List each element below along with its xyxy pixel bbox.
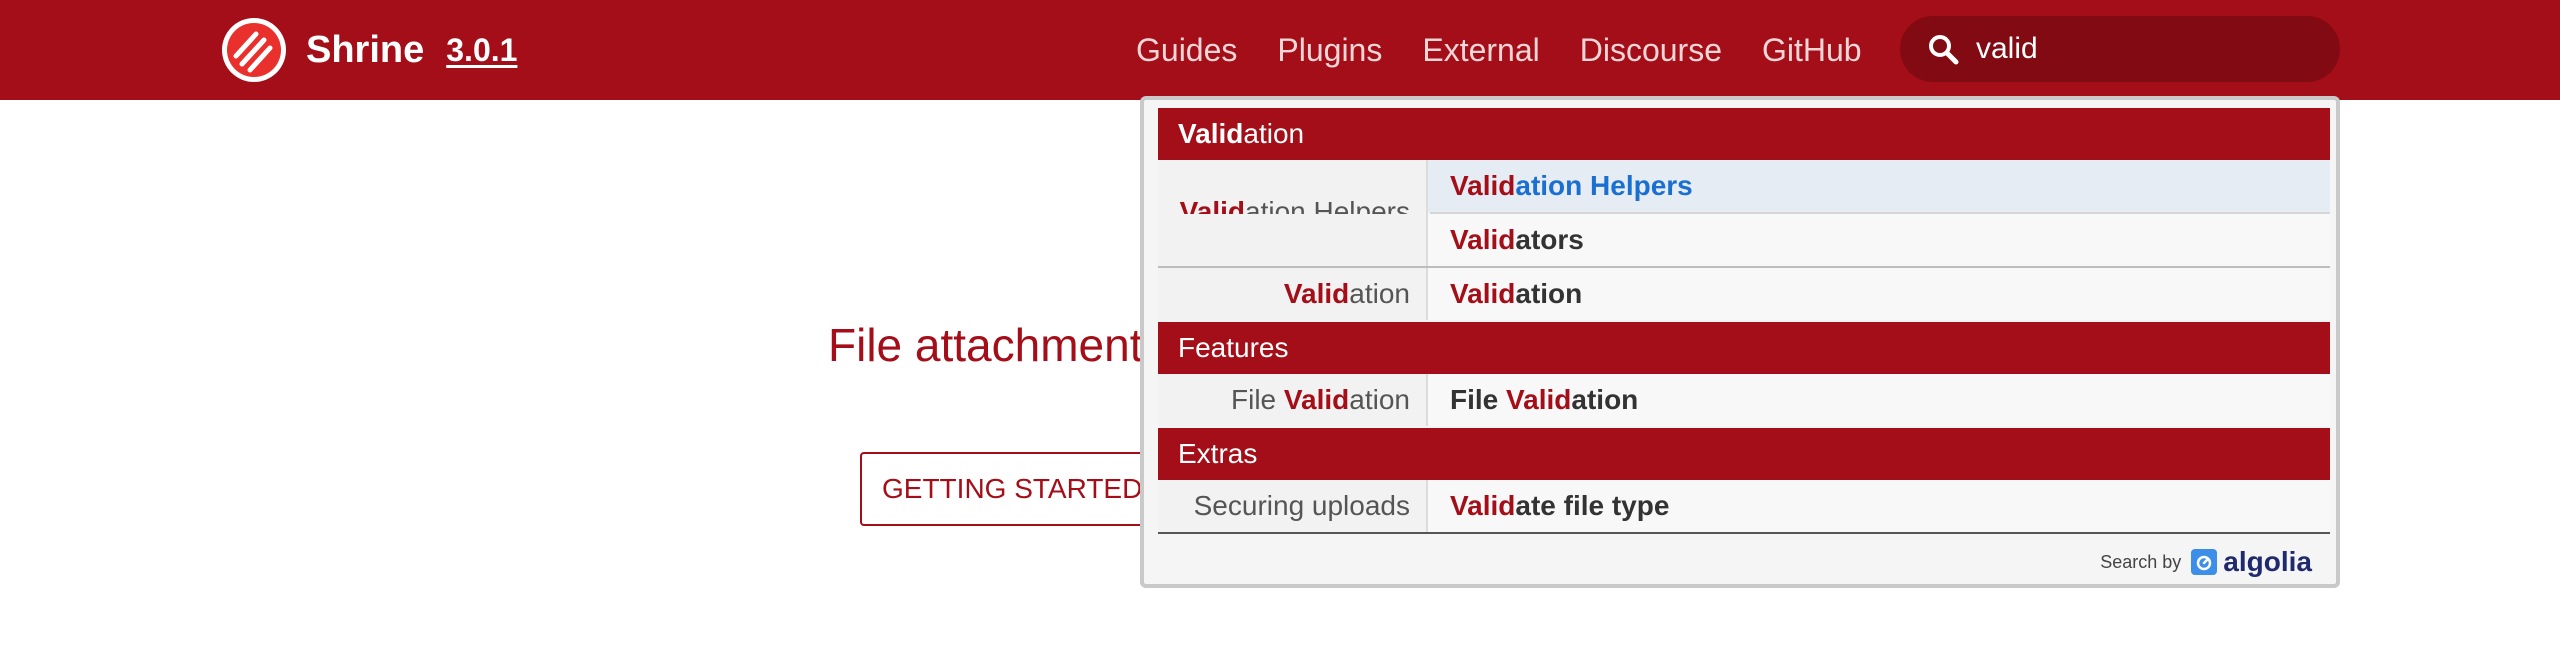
title-text: ation bbox=[1515, 278, 1583, 309]
section-header-extras: Extras bbox=[1158, 428, 2330, 480]
brand-name: Shrine bbox=[306, 28, 425, 71]
result-title[interactable]: Valid ators bbox=[1430, 214, 2330, 266]
section-title-highlight: Valid bbox=[1178, 118, 1244, 149]
result-row[interactable]: Valid ation Helpers Valid ation Helpers bbox=[1158, 160, 2330, 264]
hero-tagline: File attachment bbox=[828, 319, 1143, 371]
result-category: Securing uploads bbox=[1158, 480, 1428, 532]
title-highlight: Valid bbox=[1506, 384, 1572, 415]
result-title[interactable]: Valid ation Helpers bbox=[1430, 160, 2330, 212]
title-highlight: Valid bbox=[1450, 170, 1516, 201]
algolia-logo-icon bbox=[2191, 549, 2218, 575]
result-row[interactable]: Valid ators bbox=[1158, 214, 2330, 266]
search-icon bbox=[1929, 35, 1959, 65]
category-text: ation bbox=[1349, 384, 1410, 415]
nav-discourse[interactable]: Discourse bbox=[1580, 32, 1722, 69]
algolia-footer[interactable]: Search by algolia bbox=[2100, 546, 2312, 578]
shrine-logo-icon bbox=[222, 18, 286, 82]
top-navbar: Shrine 3.0.1 Guides Plugins External Dis… bbox=[0, 0, 2560, 100]
search-results-dropdown: Valid ation Valid ation Helpers Valid ation… bbox=[1140, 96, 2340, 588]
nav-guides[interactable]: Guides bbox=[1136, 32, 1237, 69]
result-category: File Valid ation bbox=[1158, 374, 1428, 426]
algolia-wordmark: algolia bbox=[2223, 546, 2312, 577]
search-box[interactable] bbox=[1900, 16, 2340, 82]
category-text: File bbox=[1231, 384, 1277, 415]
nav-links: Guides Plugins External Discourse GitHub bbox=[1136, 0, 1862, 100]
title-text: ators bbox=[1515, 224, 1584, 255]
category-text: Securing uploads bbox=[1193, 490, 1410, 521]
title-text: ation Helpers bbox=[1515, 170, 1693, 201]
result-title[interactable]: Valid ate file type bbox=[1430, 480, 2330, 532]
search-input[interactable] bbox=[1976, 32, 2316, 66]
title-text: ate file type bbox=[1515, 490, 1670, 521]
section-header-features: Features bbox=[1158, 322, 2330, 374]
result-title[interactable]: File Valid ation bbox=[1430, 374, 2330, 426]
nav-external[interactable]: External bbox=[1422, 32, 1539, 69]
result-row[interactable]: Securing uploads Valid ate file type bbox=[1158, 480, 2330, 532]
section-title-rest: ation bbox=[1243, 118, 1305, 149]
title-text: File bbox=[1450, 384, 1499, 415]
title-highlight: Valid bbox=[1450, 278, 1516, 309]
nav-github[interactable]: GitHub bbox=[1762, 32, 1862, 69]
search-by-label: Search by bbox=[2100, 551, 2182, 572]
category-highlight: Valid bbox=[1283, 384, 1350, 415]
category-highlight: Valid bbox=[1283, 278, 1350, 309]
nav-plugins[interactable]: Plugins bbox=[1277, 32, 1382, 69]
result-category: Valid ation bbox=[1158, 268, 1428, 320]
section-header-validation: Valid ation bbox=[1158, 108, 2330, 160]
result-row[interactable]: Valid ation Valid ation bbox=[1158, 268, 2330, 320]
getting-started-label: GETTING STARTED bbox=[882, 473, 1143, 504]
title-text: ation bbox=[1571, 384, 1639, 415]
category-text: ation bbox=[1349, 278, 1410, 309]
title-highlight: Valid bbox=[1450, 490, 1516, 521]
result-title[interactable]: Valid ation bbox=[1430, 268, 2330, 320]
results-bottom-divider bbox=[1158, 532, 2330, 534]
title-highlight: Valid bbox=[1450, 224, 1516, 255]
brand-link[interactable]: Shrine 3.0.1 bbox=[220, 16, 517, 84]
result-category bbox=[1158, 214, 1428, 266]
result-row[interactable]: File Valid ation File Valid ation bbox=[1158, 374, 2330, 426]
version-link[interactable]: 3.0.1 bbox=[446, 32, 517, 69]
